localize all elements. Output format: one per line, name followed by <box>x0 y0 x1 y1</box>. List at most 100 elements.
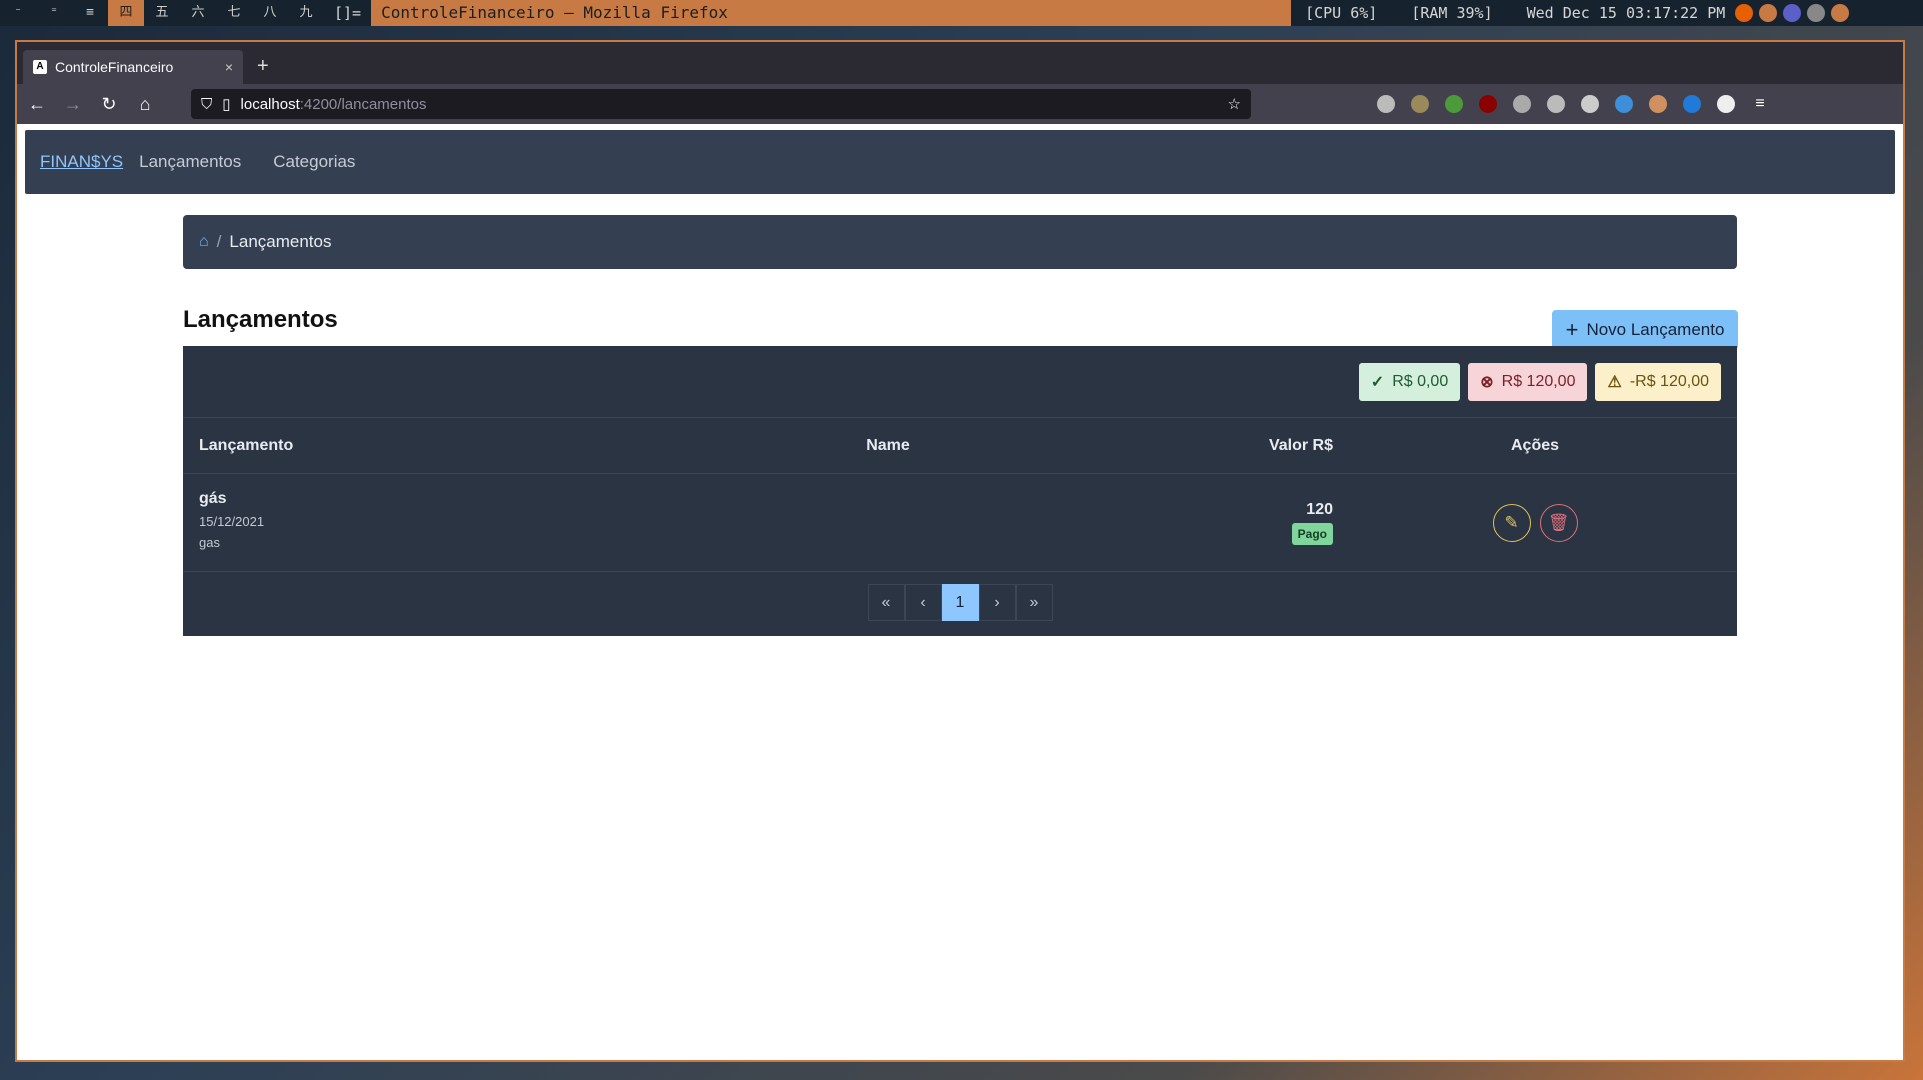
system-status: [CPU 6%] [RAM 39%] Wed Dec 15 03:17:22 P… <box>1291 4 1725 22</box>
brand-link[interactable]: FINAN$YS <box>40 152 123 172</box>
first-page-button[interactable]: « <box>867 584 905 621</box>
skype-extension-icon[interactable] <box>1683 95 1701 113</box>
reload-icon[interactable]: ↻ <box>99 94 119 115</box>
workspace-7[interactable]: 七 <box>216 0 252 26</box>
browser-toolbar: ← → ↻ ⌂ ⛉ ▯ localhost:4200/lancamentos ☆… <box>17 84 1903 124</box>
row-category: gas <box>199 534 220 550</box>
header-lancamento: Lançamento <box>199 436 294 454</box>
layout-icon-2[interactable]: ⁼ <box>36 0 72 26</box>
check-icon: ✓ <box>1370 373 1385 391</box>
workspace-list: 四 五 六 七 八 九 <box>108 0 324 26</box>
workspace-9[interactable]: 九 <box>288 0 324 26</box>
new-lancamento-label: Novo Lançamento <box>1586 320 1725 339</box>
extension-icon-5[interactable] <box>1513 95 1531 113</box>
breadcrumb-current: Lançamentos <box>229 232 332 251</box>
workspace-4[interactable]: 四 <box>108 0 144 26</box>
pending-total-badge: ⊗ R$ 120,00 <box>1468 362 1588 401</box>
x-circle-icon: ⊗ <box>1480 373 1494 391</box>
layout-icons: ⁻ ⁼ ≡ <box>0 0 108 26</box>
angular-favicon-icon: A <box>33 60 47 74</box>
close-tab-icon[interactable]: × <box>225 59 233 75</box>
extension-icon-11[interactable] <box>1717 95 1735 113</box>
extension-icon-9[interactable] <box>1649 95 1667 113</box>
delete-trash-icon[interactable]: 🗑 <box>1539 503 1578 542</box>
table-header: Lançamento Name Valor R$ Ações <box>183 418 1737 474</box>
row-title: gás <box>199 489 227 507</box>
paid-total-badge: ✓ R$ 0,00 <box>1358 362 1461 401</box>
star-icon[interactable]: ☆ <box>1228 95 1241 113</box>
web-page: FINAN$YS Lançamentos Categorias ⌂ / Lanç… <box>17 124 1903 1060</box>
table-row: gás 15/12/2021 gas 120 Pago ✎ 🗑 <box>183 474 1737 572</box>
workspace-6[interactable]: 六 <box>180 0 216 26</box>
header-valor: Valor R$ <box>1268 436 1333 454</box>
cell-acoes: ✎ 🗑 <box>1333 503 1737 542</box>
pocket-icon[interactable] <box>1377 95 1395 113</box>
react-devtools-icon[interactable] <box>1547 95 1565 113</box>
header-acoes: Ações <box>1510 436 1560 454</box>
tab-controlefinanceiro[interactable]: A ControleFinanceiro × <box>23 50 243 84</box>
clock: Wed Dec 15 03:17:22 PM <box>1526 4 1726 22</box>
url-host: localhost <box>240 95 300 113</box>
breadcrumb: ⌂ / Lançamentos <box>183 215 1737 269</box>
new-tab-button[interactable]: + <box>243 55 283 84</box>
page-info-icon[interactable]: ▯ <box>222 95 230 113</box>
volume-tray-icon[interactable] <box>1807 4 1826 22</box>
p-extension-icon[interactable] <box>1411 95 1429 113</box>
prev-page-button[interactable]: ‹ <box>904 584 942 621</box>
new-lancamento-button[interactable]: + Novo Lançamento <box>1552 310 1738 350</box>
balance-total: -R$ 120,00 <box>1629 372 1709 390</box>
green-extension-icon[interactable] <box>1445 95 1463 113</box>
hamburger-menu-icon[interactable]: ≡ <box>1751 95 1769 113</box>
shield-icon[interactable]: ⛉ <box>201 96 212 113</box>
layout-icon-3[interactable]: ≡ <box>72 0 108 26</box>
network-tray-icon[interactable] <box>1831 4 1850 22</box>
layout-icon-1[interactable]: ⁻ <box>0 0 36 26</box>
nav-link-lancamentos[interactable]: Lançamentos <box>139 152 241 172</box>
back-icon[interactable]: ← <box>27 94 47 115</box>
ram-status: [RAM 39%] <box>1411 4 1493 22</box>
firefox-tray-icon[interactable] <box>1735 4 1754 22</box>
plus-icon: + <box>1565 317 1579 342</box>
nav-link-categorias[interactable]: Categorias <box>273 152 355 172</box>
balance-badge: ⚠ -R$ 120,00 <box>1595 362 1721 401</box>
extensions-toolbar: ≡ <box>1377 95 1769 113</box>
cell-valor: 120 Pago <box>1033 501 1333 545</box>
pagination: « ‹ 1 › » <box>183 572 1737 621</box>
breadcrumb-home-icon[interactable]: ⌂ <box>199 233 209 251</box>
cpu-status: [CPU 6%] <box>1305 4 1378 22</box>
pending-total: R$ 120,00 <box>1501 372 1576 390</box>
lancamentos-card: ✓ R$ 0,00 ⊗ R$ 120,00 ⚠ -R$ 120,00 Lança… <box>183 346 1737 636</box>
warning-icon: ⚠ <box>1607 373 1622 391</box>
app-navbar: FINAN$YS Lançamentos Categorias <box>25 130 1895 194</box>
system-tray <box>1735 4 1850 22</box>
next-page-button[interactable]: › <box>978 584 1016 621</box>
vue-devtools-icon[interactable] <box>1581 95 1599 113</box>
browser-window: A ControleFinanceiro × + ← → ↻ ⌂ ⛉ ▯ loc… <box>15 40 1905 1062</box>
breadcrumb-separator: / <box>216 232 222 251</box>
extension-icon-8[interactable] <box>1615 95 1633 113</box>
ublock-origin-icon[interactable] <box>1479 95 1497 113</box>
status-badge: Pago <box>1291 522 1333 545</box>
spotify-tray-icon[interactable] <box>1759 4 1778 22</box>
url-path: :4200/lancamentos <box>299 95 427 113</box>
header-name: Name <box>866 436 910 454</box>
edit-pencil-icon[interactable]: ✎ <box>1492 503 1531 542</box>
row-value: 120 <box>1306 500 1333 518</box>
workspace-8[interactable]: 八 <box>252 0 288 26</box>
home-icon[interactable]: ⌂ <box>135 94 155 115</box>
active-window-title: ControleFinanceiro — Mozilla Firefox <box>371 0 1292 26</box>
page-title: Lançamentos <box>183 306 338 333</box>
layout-symbol[interactable]: []= <box>324 4 371 22</box>
url-bar[interactable]: ⛉ ▯ localhost:4200/lancamentos ☆ <box>191 89 1251 119</box>
summary-bar: ✓ R$ 0,00 ⊗ R$ 120,00 ⚠ -R$ 120,00 <box>183 346 1737 418</box>
tab-strip: A ControleFinanceiro × + <box>17 42 1903 84</box>
forward-icon[interactable]: → <box>63 94 83 115</box>
page-1-button[interactable]: 1 <box>941 584 979 621</box>
last-page-button[interactable]: » <box>1015 584 1053 621</box>
paid-total: R$ 0,00 <box>1392 372 1449 390</box>
tab-title: ControleFinanceiro <box>55 59 174 75</box>
teams-tray-icon[interactable] <box>1783 4 1802 22</box>
system-top-bar: ⁻ ⁼ ≡ 四 五 六 七 八 九 []= ControleFinanceiro… <box>0 0 1923 26</box>
workspace-5[interactable]: 五 <box>144 0 180 26</box>
cell-lancamento: gás 15/12/2021 gas <box>183 490 743 556</box>
